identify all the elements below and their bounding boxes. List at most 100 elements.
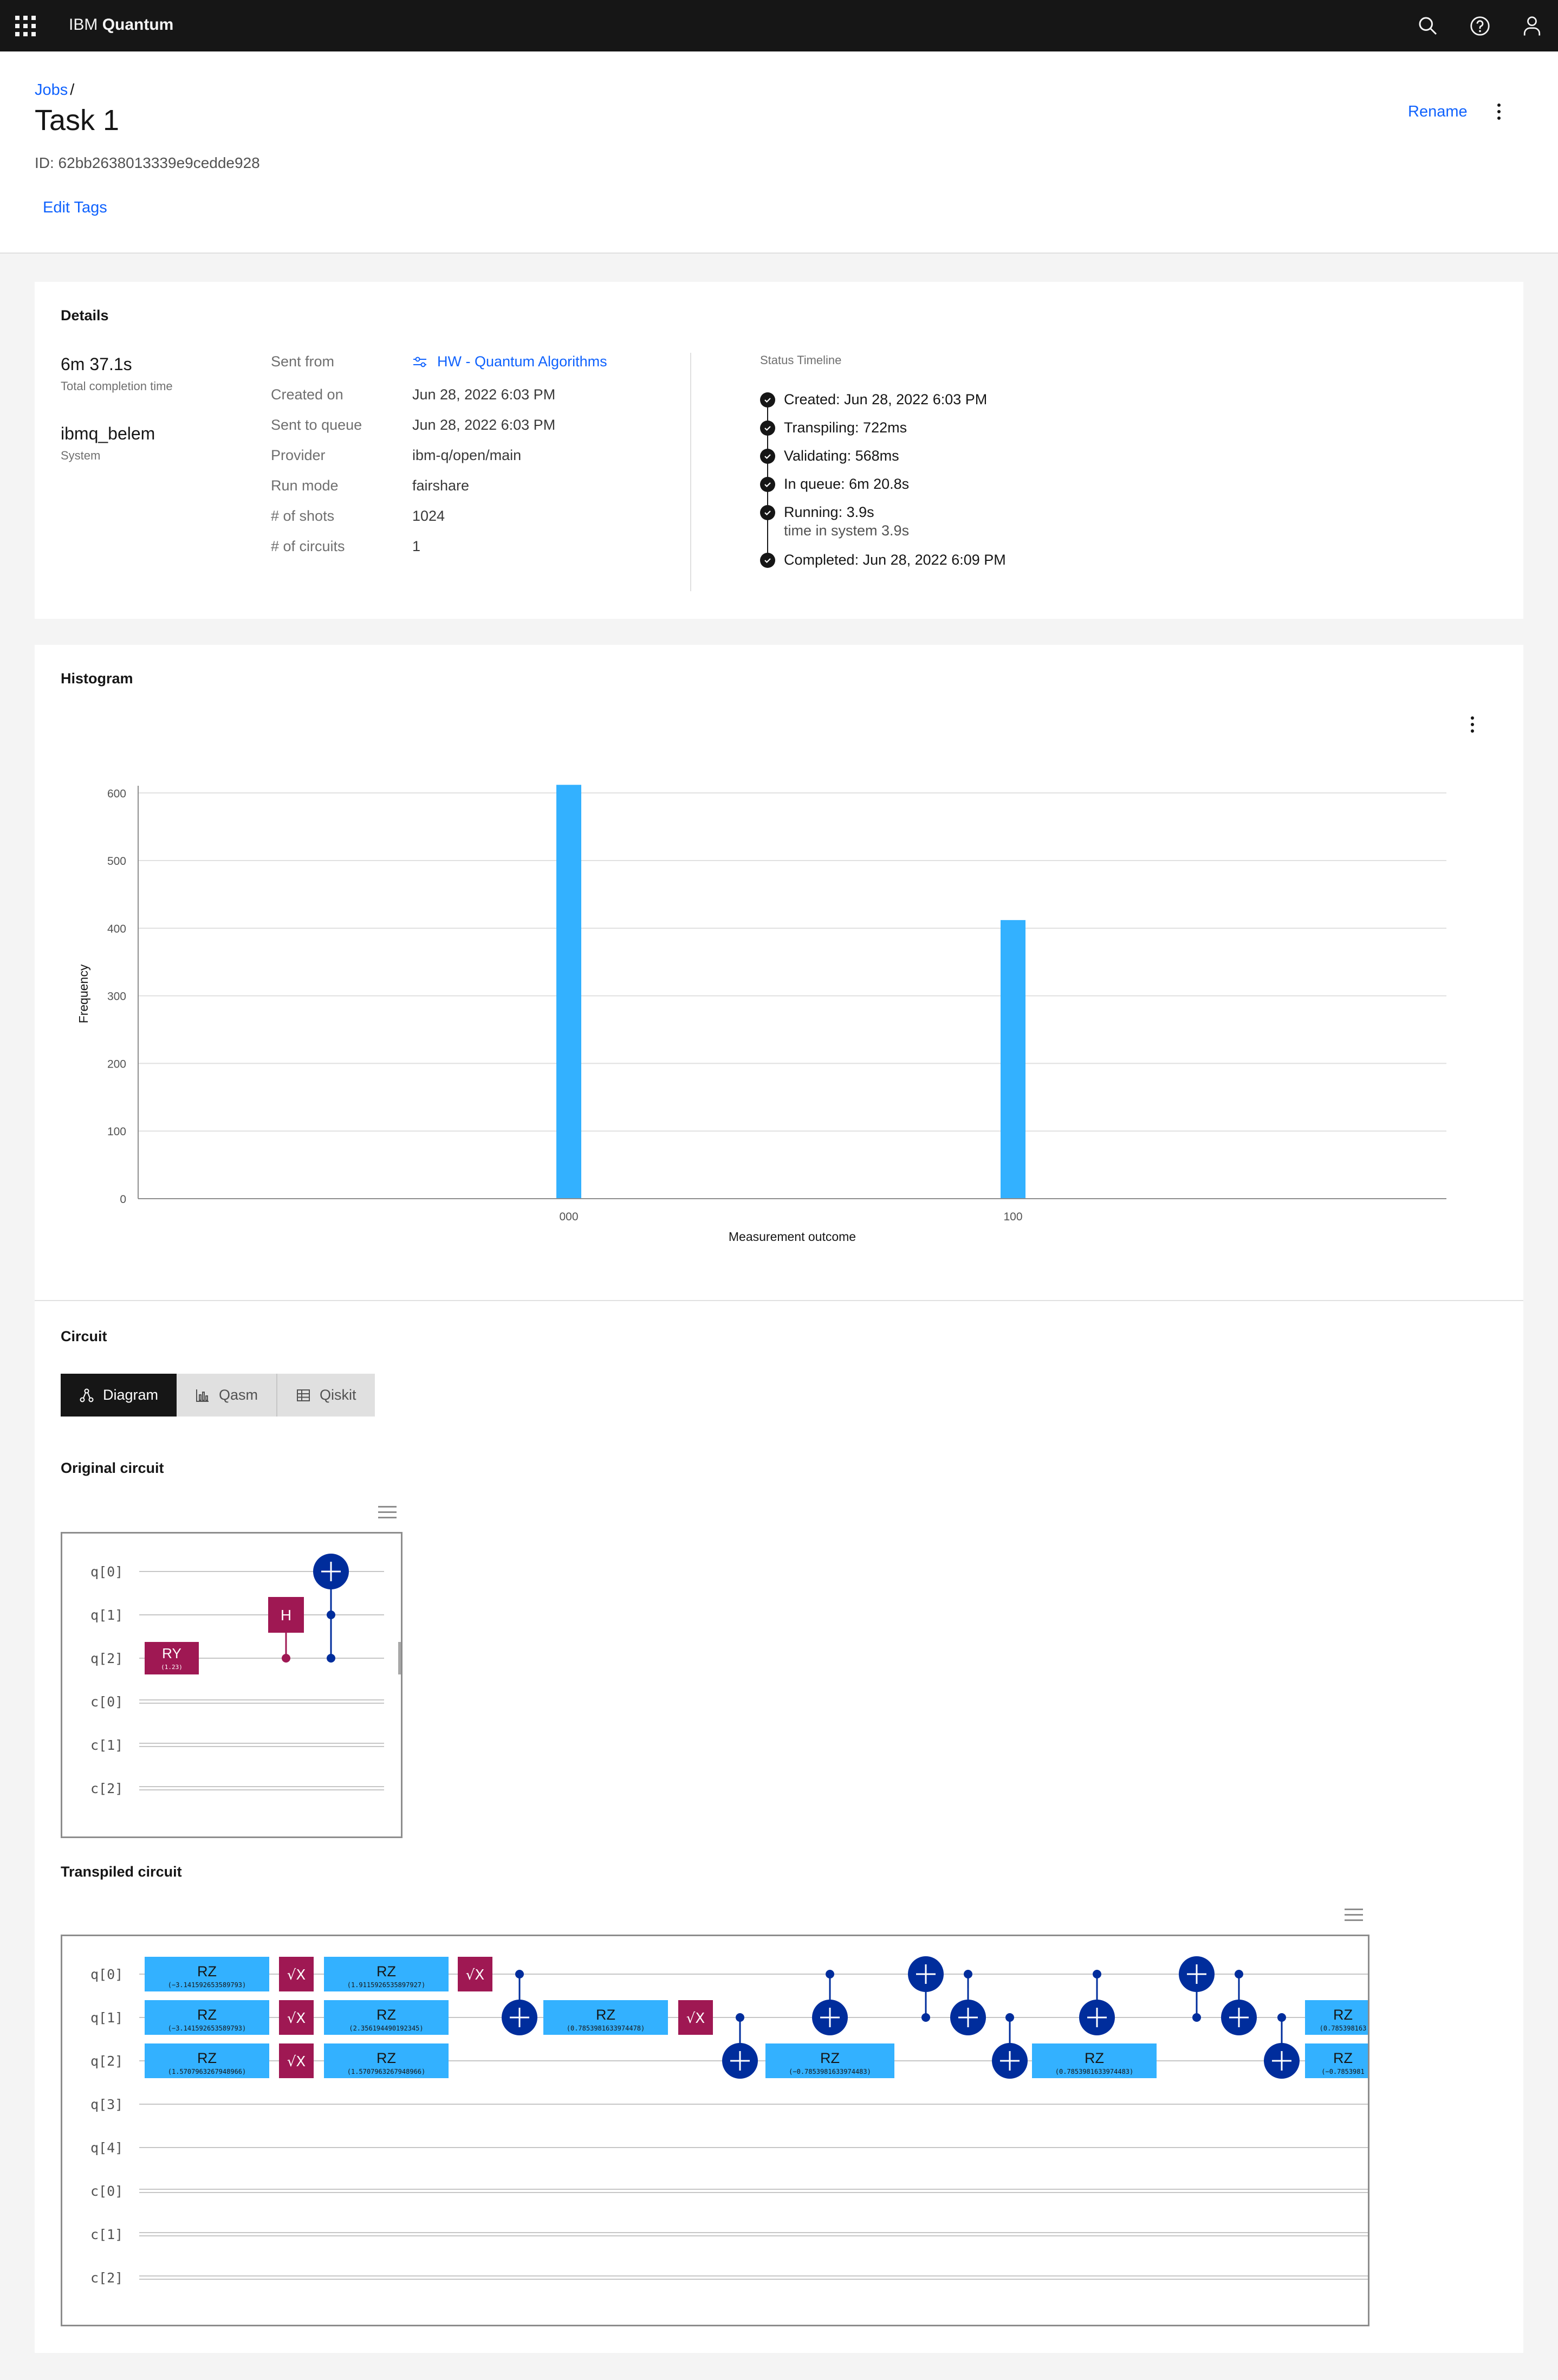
original-circuit-diagram: q[0] q[1] q[2] c[0] c[1] c[2] RY (1.23) … (61, 1532, 403, 1838)
sent-from-link[interactable]: HW - Quantum Algorithms (412, 353, 607, 370)
user-icon[interactable] (1506, 0, 1558, 51)
brand-prefix: IBM (69, 16, 98, 34)
sent-to-queue-value: Jun 28, 2022 6:03 PM (412, 417, 556, 433)
rz-gate-param: (0.785398163 (1320, 2025, 1367, 2032)
y-tick-label: 500 (107, 855, 126, 868)
diagram-icon (79, 1388, 94, 1403)
rz-gate-label: RZ (376, 1963, 396, 1980)
histogram-y-ticks: 0 100 200 300 400 500 600 (107, 787, 126, 1206)
timeline-step: In queue: 6m 20.8s (760, 476, 910, 493)
tab-qiskit[interactable]: Qiskit (276, 1374, 375, 1417)
provider-value: ibm-q/open/main (412, 447, 522, 463)
tab-qasm-label: Qasm (219, 1387, 258, 1403)
overflow-menu-icon[interactable] (1494, 104, 1504, 120)
page-title: Task 1 (35, 104, 120, 137)
circuit-view-tabs: Diagram Qasm Qiskit (61, 1374, 375, 1417)
app-switcher-icon[interactable] (15, 16, 36, 36)
timeline-step: Created: Jun 28, 2022 6:03 PM (760, 391, 988, 409)
checkmark-icon (760, 392, 775, 408)
edit-tags-button[interactable]: Edit Tags (43, 199, 107, 217)
rz-gate-param: (2.356194490192345) (349, 2025, 423, 2032)
tab-qasm[interactable]: Qasm (177, 1374, 277, 1417)
x-tick-label: 100 (1003, 1211, 1022, 1223)
timeline-step-text: In queue: 6m 20.8s (784, 476, 910, 492)
control-dot (327, 1654, 335, 1663)
wire-label: q[4] (90, 2140, 123, 2156)
brand-name: Quantum (102, 16, 174, 34)
rz-gate-label: RZ (197, 1963, 217, 1980)
rz-gate-param: (1.5707963267948966) (347, 2068, 426, 2075)
control-dot (515, 1970, 524, 1978)
timeline-step-text: Completed: Jun 28, 2022 6:09 PM (784, 552, 1006, 568)
run-mode-key: Run mode (271, 477, 339, 494)
shots-key: # of shots (271, 508, 335, 524)
transfer-icon (412, 355, 429, 368)
control-dot (736, 2013, 744, 2022)
histogram-gridlines (138, 792, 1446, 1199)
menu-icon[interactable] (1345, 1909, 1363, 1921)
tab-diagram[interactable]: Diagram (61, 1374, 177, 1417)
timeline-step-text: Created: Jun 28, 2022 6:03 PM (784, 391, 988, 408)
sent-to-queue-key: Sent to queue (271, 417, 362, 433)
top-navigation-bar: IBM Quantum (0, 0, 1558, 51)
timeline-step-text: Validating: 568ms (784, 448, 899, 464)
created-on-key: Created on (271, 386, 343, 403)
system-label: System (61, 449, 101, 462)
histogram-bar (556, 785, 581, 1199)
sx-gate-label: √X (287, 2054, 306, 2070)
wire-label: q[1] (90, 2010, 123, 2026)
rz-gate-label: RZ (376, 2007, 396, 2023)
control-dot (1235, 1970, 1243, 1978)
page-header: Jobs / Task 1 ID: 62bb2638013339e9cedde92… (0, 51, 1558, 254)
checkmark-icon (760, 553, 775, 568)
histogram-bars (556, 785, 1025, 1199)
wire-label: c[1] (90, 1737, 123, 1753)
rz-gate-label: RZ (820, 2050, 840, 2066)
section-divider (35, 1300, 1523, 1301)
sx-gate-label: √X (287, 1967, 306, 1983)
control-dot (327, 1611, 335, 1619)
histogram-x-label: Measurement outcome (729, 1230, 856, 1244)
help-icon[interactable] (1454, 0, 1506, 51)
control-dot (282, 1654, 290, 1663)
y-tick-label: 600 (107, 787, 126, 800)
breadcrumb: Jobs / (35, 81, 74, 99)
transpiled-circuit-title: Transpiled circuit (61, 1864, 182, 1880)
rz-gate-label: RZ (1333, 2050, 1353, 2066)
rz-gate-param: (0.7853981633974478) (567, 2025, 645, 2032)
breadcrumb-jobs-link[interactable]: Jobs (35, 81, 68, 99)
details-divider (690, 353, 691, 591)
table-icon (296, 1388, 311, 1403)
checkmark-icon (760, 505, 775, 520)
control-dot (964, 1970, 972, 1978)
chart-overflow-menu-icon[interactable] (1467, 716, 1478, 733)
y-tick-label: 200 (107, 1058, 126, 1070)
timeline-step: Transpiling: 722ms (760, 419, 907, 437)
circuits-key: # of circuits (271, 538, 345, 554)
rename-button[interactable]: Rename (1408, 103, 1468, 121)
rz-gate-label: RZ (197, 2007, 217, 2023)
checkmark-icon (760, 421, 775, 436)
control-dot (1277, 2013, 1286, 2022)
rz-gate-label: RZ (1333, 2007, 1353, 2023)
wire-label: q[2] (90, 2053, 123, 2069)
timeline-step-text: Running: 3.9s (784, 504, 874, 520)
rz-gate-param: (−3.141592653589793) (168, 1981, 246, 1989)
x-tick-label: 000 (559, 1211, 578, 1223)
completion-time-label: Total completion time (61, 379, 173, 393)
brand-logo[interactable]: IBM Quantum (69, 16, 173, 34)
tab-diagram-label: Diagram (103, 1387, 159, 1403)
menu-icon[interactable] (378, 1506, 397, 1518)
h-gate-label: H (281, 1607, 291, 1624)
histogram-chart: 0 100 200 300 400 500 600 000 100 Measurement o… (76, 785, 1446, 1244)
timeline-step-text: Transpiling: 722ms (784, 419, 907, 436)
control-dot (921, 2013, 930, 2022)
rz-gate-param: (1.9115926535897927) (347, 1981, 426, 1989)
rz-gate-label: RZ (1085, 2050, 1104, 2066)
bar-chart-icon (195, 1388, 210, 1403)
histogram-x-ticks: 000 100 (559, 1211, 1022, 1223)
search-icon[interactable] (1402, 0, 1454, 51)
sent-from-value: HW - Quantum Algorithms (437, 353, 607, 370)
wire-label: c[1] (90, 2227, 123, 2242)
rz-gate-label: RZ (596, 2007, 615, 2023)
